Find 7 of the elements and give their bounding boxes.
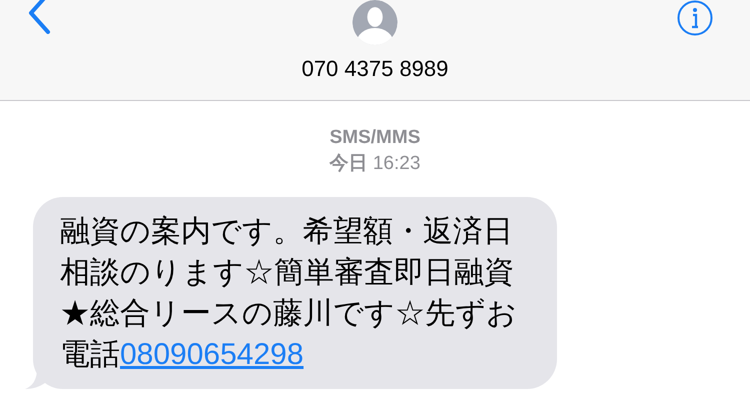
back-icon[interactable] [27,0,51,34]
message-text: 融資の案内です。希望額・返済日相談のります☆簡単審査即日融資★総合リースの藤川です☆先ずお電話08090654298 [60,214,518,373]
timestamp: 今日 16:23 [330,152,420,176]
phone-link[interactable]: 08090654298 [120,338,304,371]
info-icon[interactable] [676,0,714,37]
service-label: SMS/MMS [330,126,420,150]
contact-name: 070 4375 8989 [302,56,448,82]
